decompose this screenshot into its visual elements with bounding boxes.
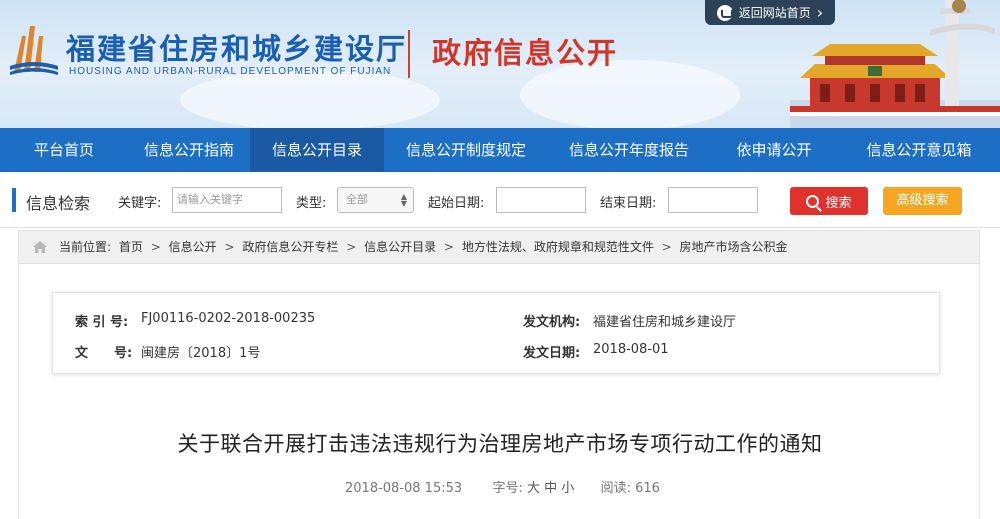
nav-item-regulations[interactable]: 信息公开制度规定 xyxy=(384,128,548,172)
advanced-search-button[interactable]: 高级搜索 xyxy=(883,187,962,215)
type-select-value: 全部 xyxy=(346,193,368,206)
breadcrumb-item-info[interactable]: 信息公开 xyxy=(169,240,217,254)
main-nav: 平台首页 信息公开指南 信息公开目录 信息公开制度规定 信息公开年度报告 依申请… xyxy=(0,128,1000,172)
logo-icon xyxy=(10,26,58,75)
nav-item-guide[interactable]: 信息公开指南 xyxy=(128,128,250,172)
breadcrumb-separator: > xyxy=(224,240,235,254)
site-title: 福建省住房和城乡建设厅 xyxy=(66,32,408,66)
search-panel: 信息检索 关键字: 请输入关键字 类型: 全部 ▲ ▼ 起始日期: 结束日期: 搜… xyxy=(0,172,1000,228)
site-subtitle: HOUSING AND URBAN-RURAL DEVELOPMENT OF F… xyxy=(69,66,392,77)
document-meta-box: 索 引 号: FJ00116-0202-2018-00235 文 号: 闽建房〔… xyxy=(52,292,940,374)
breadcrumb-separator: > xyxy=(346,240,357,254)
document-number-label: 文 号: xyxy=(75,346,133,361)
font-size-small[interactable]: 小 xyxy=(561,481,574,496)
breadcrumb-item-column[interactable]: 政府信息公开专栏 xyxy=(242,240,338,254)
search-button[interactable]: 搜索 xyxy=(790,187,868,215)
nav-item-feedback[interactable]: 信息公开意见箱 xyxy=(838,128,1000,172)
index-number-label: 索 引 号: xyxy=(75,315,129,330)
type-label: 类型: xyxy=(296,196,327,211)
start-date-label: 起始日期: xyxy=(428,196,485,211)
font-size-label: 字号: xyxy=(492,481,523,496)
breadcrumb-item-regulations[interactable]: 地方性法规、政府规章和规范性文件 xyxy=(462,240,654,254)
document-title: 关于联合开展打击违法违规行为治理房地产市场专项行动工作的通知 xyxy=(177,432,823,456)
keyword-input[interactable]: 请输入关键字 xyxy=(172,187,282,213)
breadcrumb: 当前位置: 首页 > 信息公开 > 政府信息公开专栏 > 信息公开目录 > 地方… xyxy=(18,230,980,264)
home-icon xyxy=(33,241,47,253)
search-title: 信息检索 xyxy=(26,194,91,213)
search-title-accent xyxy=(12,188,16,212)
cloud-decoration xyxy=(180,70,440,128)
keyword-label: 关键字: xyxy=(118,196,162,211)
end-date-label: 结束日期: xyxy=(600,196,657,211)
nav-item-annual-report[interactable]: 信息公开年度报告 xyxy=(548,128,710,172)
nav-item-catalog[interactable]: 信息公开目录 xyxy=(250,128,384,172)
breadcrumb-separator: > xyxy=(150,240,161,254)
breadcrumb-item-catalog[interactable]: 信息公开目录 xyxy=(364,240,436,254)
search-button-label: 搜索 xyxy=(825,195,852,211)
read-count-value: 616 xyxy=(635,481,660,496)
issuer-value: 福建省住房和城乡建设厅 xyxy=(593,315,737,330)
section-title: 政府信息公开 xyxy=(432,36,619,70)
font-size-medium[interactable]: 中 xyxy=(544,481,557,496)
publish-datetime: 2018-08-08 15:53 xyxy=(345,481,463,496)
breadcrumb-separator: > xyxy=(661,240,672,254)
breadcrumb-separator: > xyxy=(443,240,454,254)
nav-item-home[interactable]: 平台首页 xyxy=(0,128,128,172)
select-arrows-icon: ▲ ▼ xyxy=(400,192,407,208)
breadcrumb-prefix: 当前位置: xyxy=(59,240,112,254)
breadcrumb-item-home[interactable]: 首页 xyxy=(119,240,143,254)
search-icon xyxy=(806,194,820,208)
tiananmen-gate-illustration xyxy=(790,0,1000,128)
type-select[interactable]: 全部 ▲ ▼ xyxy=(337,187,414,213)
index-number-value: FJ00116-0202-2018-00235 xyxy=(141,311,316,326)
issue-date-label: 发文日期: xyxy=(523,346,581,361)
read-count-label: 阅读: xyxy=(600,481,631,496)
site-header: 福建省住房和城乡建设厅 HOUSING AND URBAN-RURAL DEVE… xyxy=(0,0,1000,128)
document-info: 2018-08-08 15:53 字号: 大 中 小 阅读: 616 xyxy=(345,477,660,496)
end-date-input[interactable] xyxy=(668,187,758,213)
nav-item-request[interactable]: 依申请公开 xyxy=(710,128,838,172)
font-size-large[interactable]: 大 xyxy=(527,481,540,496)
issuer-label: 发文机构: xyxy=(523,315,581,330)
issue-date-value: 2018-08-01 xyxy=(593,342,669,357)
breadcrumb-item-real-estate[interactable]: 房地产市场含公积金 xyxy=(680,240,788,254)
header-divider xyxy=(408,30,410,78)
document-number-value: 闽建房〔2018〕1号 xyxy=(141,346,261,361)
start-date-input[interactable] xyxy=(496,187,586,213)
home-icon xyxy=(716,4,733,21)
